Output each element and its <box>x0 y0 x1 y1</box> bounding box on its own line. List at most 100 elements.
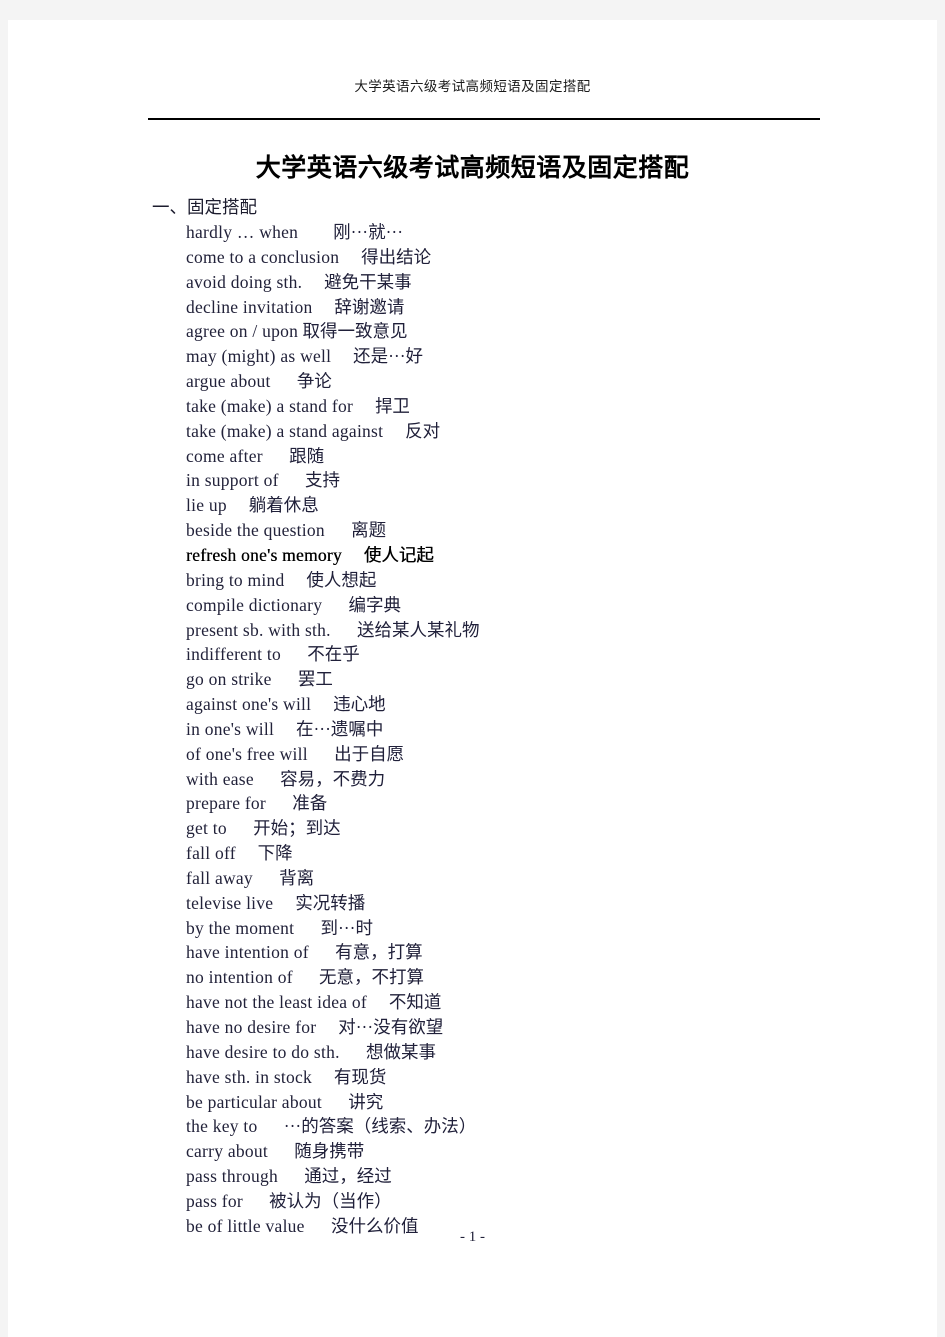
phrase-entry: indifferent to 不在乎 <box>186 642 937 667</box>
phrase-english: in one's will <box>186 718 275 739</box>
phrase-entry: come to a conclusion 得出结论 <box>186 245 937 270</box>
phrase-entry: have desire to do sth. 想做某事 <box>186 1040 937 1065</box>
phrase-chinese: 躺着休息 <box>248 495 319 516</box>
phrase-entry: fall away 背离 <box>186 866 937 891</box>
phrase-english: hardly … when <box>186 222 299 242</box>
phrase-english: refresh one's memory <box>186 544 342 565</box>
phrase-chinese: 送给某人某礼物 <box>357 619 480 640</box>
phrase-chinese: 反对 <box>405 420 441 441</box>
phrase-gap <box>302 272 324 292</box>
phrase-gap <box>308 744 334 764</box>
phrase-entry: hardly … when 刚···就··· <box>186 220 937 245</box>
phrase-chinese: 避免干某事 <box>324 271 412 292</box>
phrase-entry: by the moment 到···时 <box>186 916 937 941</box>
phrase-chinese: 容易，不费力 <box>280 768 386 789</box>
phrase-gap <box>367 992 389 1012</box>
phrase-english: have no desire for <box>186 1017 317 1037</box>
phrase-chinese: 争论 <box>296 371 332 392</box>
phrase-english: take (make) a stand against <box>186 420 384 441</box>
phrase-entry: pass for 被认为（当作） <box>186 1189 937 1214</box>
phrase-entry: take (make) a stand against 反对 <box>186 419 937 444</box>
phrase-gap <box>236 843 258 863</box>
phrase-chinese: 出于自愿 <box>334 743 405 764</box>
phrase-gap <box>293 967 319 987</box>
phrase-entry: prepare for 准备 <box>186 791 937 816</box>
phrase-english: with ease <box>186 768 254 789</box>
phrase-gap <box>322 595 348 615</box>
phrase-chinese: 被认为（当作） <box>269 1190 392 1211</box>
header-divider-rule <box>148 118 820 120</box>
phrase-entry: beside the question 离题 <box>186 518 937 543</box>
phrase-english: have not the least idea of <box>186 992 367 1013</box>
document-body: 一、固定搭配 hardly … when 刚···就··· come to a c… <box>8 195 937 1239</box>
phrase-gap <box>316 1017 338 1037</box>
phrase-gap <box>311 694 333 714</box>
phrase-gap <box>339 247 361 267</box>
phrase-entry: may (might) as well 还是···好 <box>186 344 937 369</box>
phrase-gap <box>312 1067 334 1087</box>
phrase-gap <box>285 570 307 590</box>
phrase-chinese: 想做某事 <box>365 1041 436 1062</box>
phrase-english: by the moment <box>186 917 295 938</box>
phrase-chinese: 随身携带 <box>294 1141 365 1162</box>
phrase-chinese: 得出结论 <box>361 246 432 267</box>
page-title: 大学英语六级考试高频短语及固定搭配 <box>255 153 690 182</box>
phrase-chinese: 通过，经过 <box>304 1166 392 1187</box>
phrase-entry: have intention of 有意，打算 <box>186 940 937 965</box>
phrase-entry: decline invitation 辞谢邀请 <box>186 295 937 320</box>
phrase-chinese: 取得一致意见 <box>302 321 408 342</box>
phrase-chinese: 辞谢邀请 <box>334 296 405 317</box>
phrase-english: indifferent to <box>186 644 282 665</box>
phrase-english: go on strike <box>186 669 272 690</box>
phrase-english: fall off <box>186 843 236 864</box>
phrase-chinese: 讲究 <box>348 1091 384 1112</box>
phrase-english: avoid doing sth. <box>186 271 303 292</box>
phrase-entry: in support of 支持 <box>186 468 937 493</box>
phrase-english: televise live <box>186 892 274 913</box>
phrase-entry: of one's free will 出于自愿 <box>186 742 937 767</box>
phrase-gap <box>273 893 295 913</box>
phrase-gap <box>294 918 320 938</box>
phrase-chinese: 支持 <box>304 470 340 491</box>
phrase-chinese: 不在乎 <box>307 644 360 665</box>
phrase-english: pass for <box>186 1190 243 1211</box>
phrase-chinese: ···的答案（线索、办法） <box>283 1116 477 1137</box>
phrase-english: decline invitation <box>186 296 313 317</box>
phrase-english: against one's will <box>186 694 312 715</box>
phrase-entry: avoid doing sth. 避免干某事 <box>186 270 937 295</box>
phrase-chinese: 刚···就··· <box>333 222 404 242</box>
phrase-english: compile dictionary <box>186 594 323 615</box>
phrase-gap <box>253 868 279 888</box>
phrase-entry: fall off 下降 <box>186 841 937 866</box>
phrase-gap <box>227 495 249 515</box>
phrase-entry: lie up 躺着休息 <box>186 493 937 518</box>
phrase-chinese: 开始；到达 <box>253 818 341 839</box>
phrase-entry: with ease 容易，不费力 <box>186 767 937 792</box>
document-page: 大学英语六级考试高频短语及固定搭配 大学英语六级考试高频短语及固定搭配 一、固定… <box>8 20 937 1337</box>
phrase-gap <box>258 1116 284 1136</box>
phrase-english: beside the question <box>186 520 325 541</box>
phrase-chinese: 无意，不打算 <box>319 967 425 988</box>
phrase-entry: refresh one's memory 使人记起 <box>186 543 937 568</box>
phrase-entry: be particular about 讲究 <box>186 1090 937 1115</box>
phrase-gap <box>353 396 375 416</box>
phrase-entry: come after 跟随 <box>186 444 937 469</box>
phrase-gap <box>278 1166 304 1186</box>
phrase-gap <box>340 1042 366 1062</box>
phrase-gap <box>279 470 305 490</box>
phrase-english: come to a conclusion <box>186 246 340 267</box>
phrase-entry: carry about 随身携带 <box>186 1139 937 1164</box>
phrase-chinese: 捍卫 <box>374 395 410 416</box>
phrase-chinese: 罢工 <box>297 669 333 690</box>
phrase-gap <box>342 545 364 565</box>
running-header: 大学英语六级考试高频短语及固定搭配 <box>8 78 937 96</box>
phrase-gap <box>331 346 353 366</box>
phrase-gap <box>309 942 335 962</box>
phrase-chinese: 下降 <box>257 843 293 864</box>
phrase-english: have intention of <box>186 942 309 963</box>
phrase-entry: argue about 争论 <box>186 369 937 394</box>
phrase-english: pass through <box>186 1166 278 1187</box>
phrase-chinese: 离题 <box>351 520 387 541</box>
phrase-gap <box>322 1092 348 1112</box>
phrase-english: come after <box>186 445 263 466</box>
